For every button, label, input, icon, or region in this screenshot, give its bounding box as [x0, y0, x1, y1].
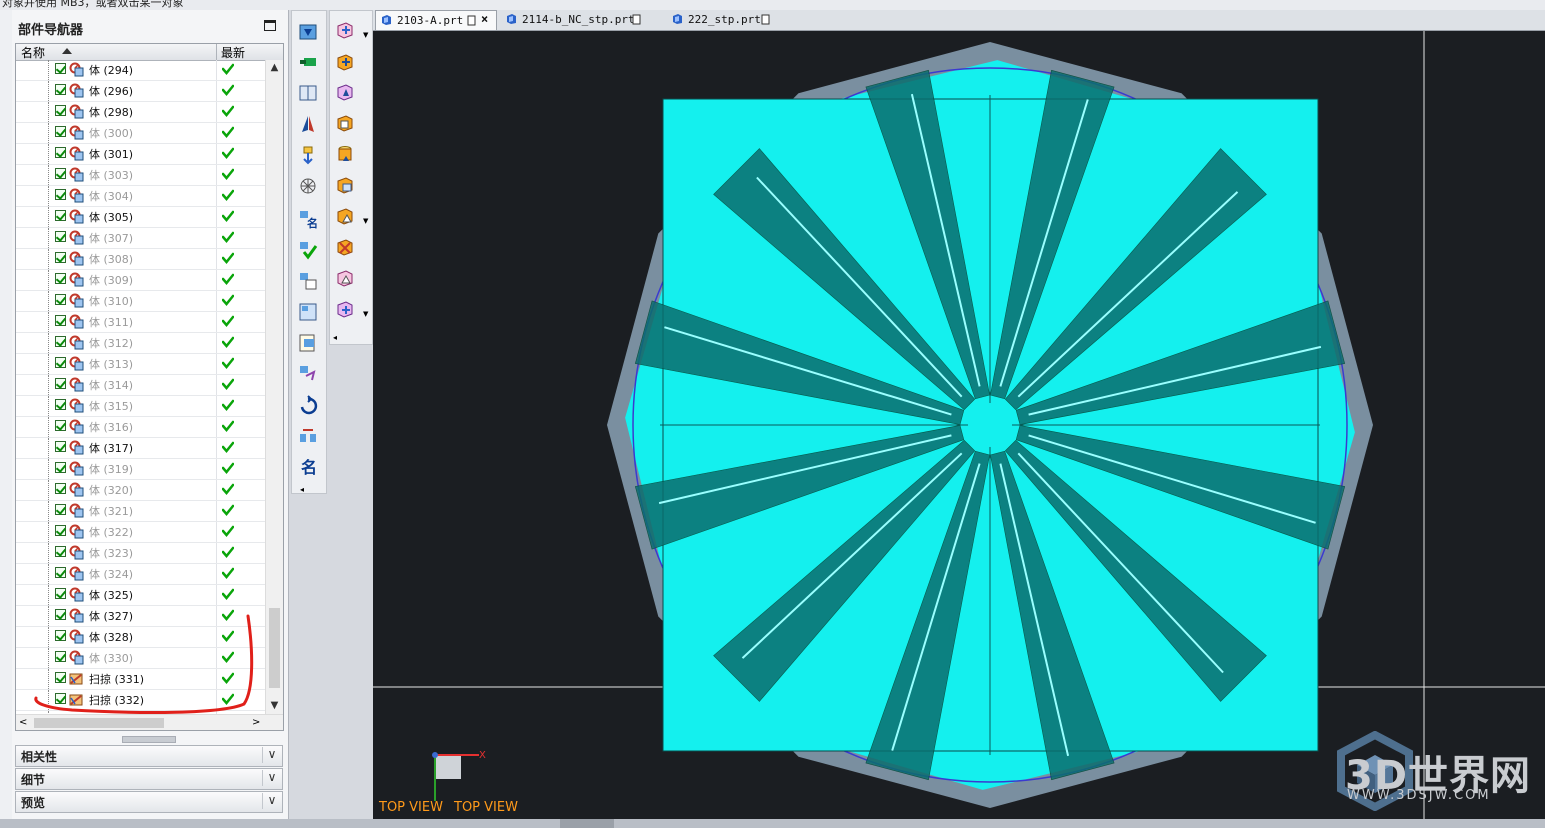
check-icon[interactable] — [300, 242, 318, 260]
graphics-viewport[interactable]: X TOP VIEW TOP VIEW 3D世界网 WWW.3DSJW.COM — [373, 31, 1545, 819]
rotate-icon[interactable] — [300, 395, 318, 415]
center-hub — [968, 403, 1012, 447]
move-component-icon[interactable] — [303, 146, 313, 165]
collapse-toolbar-icon[interactable]: ◂ — [333, 333, 337, 342]
svg-text:名: 名 — [307, 216, 318, 230]
part-model-view[interactable]: X — [373, 31, 1545, 819]
assembly-nav-icon[interactable] — [337, 84, 353, 101]
readonly-page-icon — [761, 14, 770, 25]
solid-edit-icon[interactable] — [337, 208, 353, 225]
dropdown-arrow-icon[interactable]: ▼ — [363, 217, 369, 225]
close-tab-icon[interactable]: × — [481, 12, 488, 26]
status-segment — [560, 819, 614, 828]
tab-2103-a[interactable]: 2103-A.prt × — [375, 10, 497, 30]
status-bar — [0, 819, 1545, 828]
toolbar-column-1: 名名 ◂ — [291, 10, 327, 494]
add-more-icon[interactable] — [337, 301, 353, 318]
toolbar-column-2: ▼ ▼ ▼ ◂ — [329, 10, 373, 345]
tab-label: 2103-A.prt — [397, 14, 464, 27]
feature-arrow-icon[interactable] — [299, 24, 317, 40]
rename-icon[interactable]: 名 — [300, 211, 318, 230]
axis-x-label: X — [479, 750, 486, 761]
part-file-icon — [507, 14, 516, 24]
book-icon[interactable] — [299, 85, 317, 101]
add-component-icon[interactable] — [337, 22, 353, 39]
cylinder-icon[interactable] — [338, 146, 352, 162]
tab-222-stp[interactable]: 222_stp.prt — [667, 10, 777, 29]
view-label: TOP VIEW — [379, 800, 443, 815]
name-icon[interactable]: 名 — [301, 458, 317, 477]
component-list-icon[interactable] — [300, 273, 317, 290]
readonly-page-icon — [467, 15, 476, 26]
wave-link-icon[interactable] — [337, 177, 353, 194]
delete-body-icon[interactable] — [337, 239, 353, 256]
arrange-icon[interactable] — [300, 429, 316, 442]
svg-text:名: 名 — [301, 458, 317, 477]
red-annotation-stroke — [34, 614, 254, 714]
explode-view-icon[interactable] — [300, 178, 316, 194]
assembly-constraint-icon[interactable] — [300, 58, 316, 66]
dropdown-arrow-icon[interactable]: ▼ — [363, 310, 369, 318]
reference-set-icon[interactable] — [337, 270, 353, 287]
tab-label: 2114-b_NC_stp.prt — [522, 13, 635, 26]
tab-2114-b[interactable]: 2114-b_NC_stp.prt — [501, 10, 651, 29]
sheet-list-icon[interactable] — [299, 334, 315, 352]
pattern-icon[interactable] — [300, 366, 316, 381]
collapse-toolbar-icon[interactable]: ◂ — [300, 485, 304, 494]
new-component-icon[interactable] — [337, 54, 353, 71]
part-navigator: 部件导航器 名称 最新 体 (294) 体 (296) 体 (298) 体 (300)… — [12, 10, 289, 822]
view-label: TOP VIEW — [454, 800, 518, 815]
tab-label: 222_stp.prt — [688, 13, 761, 26]
part-file-icon — [382, 15, 391, 25]
assembly-toolbar: 名名 ◂ ▼ ▼ ▼ ◂ — [291, 10, 373, 494]
wcs-triad-icon — [432, 752, 479, 801]
sheet-icon[interactable] — [299, 303, 317, 321]
title-strip: 对象并使用 MB3，或者双击某一对象 — [0, 0, 1545, 10]
readonly-page-icon — [632, 14, 641, 25]
title-strip-text: 对象并使用 MB3，或者双击某一对象 — [2, 0, 184, 9]
dropdown-arrow-icon[interactable]: ▼ — [363, 31, 369, 39]
mirror-icon[interactable] — [302, 116, 314, 132]
replace-component-icon[interactable] — [337, 115, 353, 132]
document-tabs: 2103-A.prt × 2114-b_NC_stp.prt 222_stp.p… — [373, 10, 1545, 31]
part-file-icon — [673, 14, 682, 24]
watermark-url: WWW.3DSJW.COM — [1347, 788, 1491, 803]
